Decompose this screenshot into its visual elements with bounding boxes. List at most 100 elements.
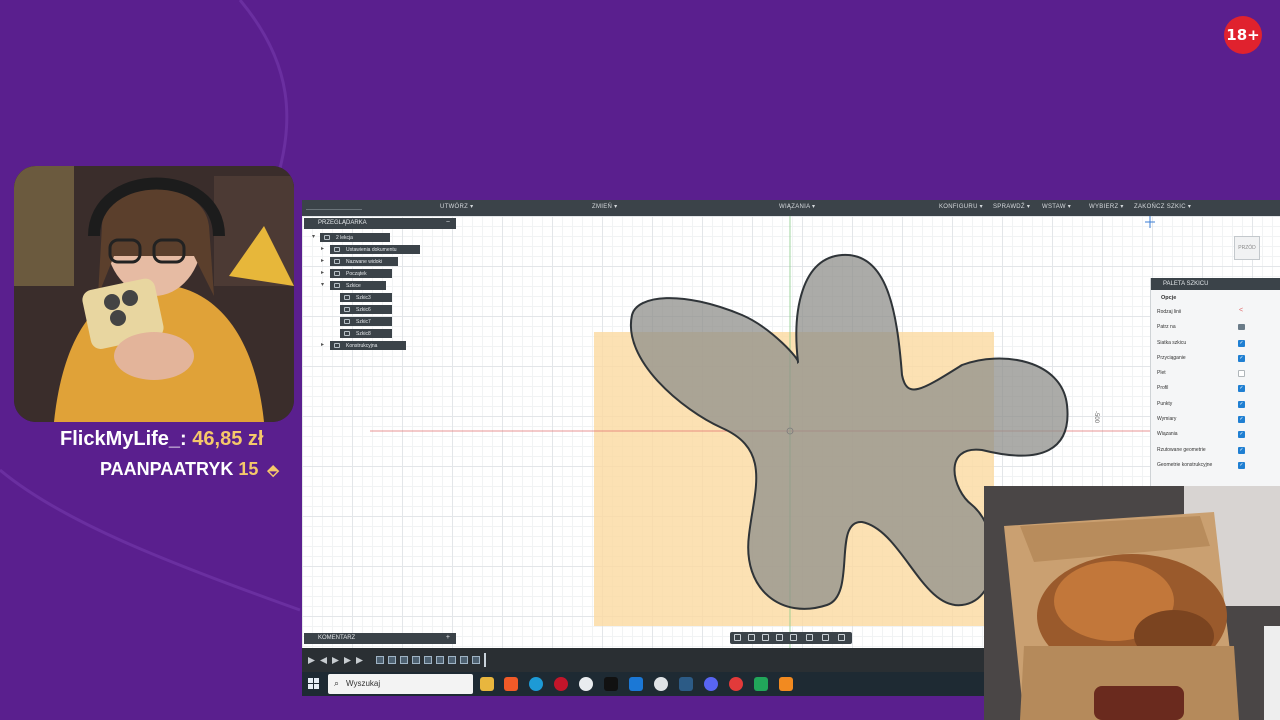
headset-icon[interactable] [729, 677, 743, 691]
discord-icon[interactable] [704, 677, 718, 691]
menu-finish-sketch[interactable]: ZAKOŃCZ SZKIC ▾ [1134, 203, 1191, 210]
tree-construction[interactable]: Konstrukcyjna [330, 341, 406, 350]
menu-select[interactable]: WYBIERZ ▾ [1089, 203, 1124, 210]
checkbox[interactable]: ✓ [1238, 431, 1245, 439]
fit-icon[interactable] [790, 634, 797, 641]
checkbox[interactable]: ✓ [1238, 446, 1245, 454]
timeline-play-icon[interactable] [332, 657, 339, 664]
menu-constraints[interactable]: WIĄZANIA ▾ [779, 203, 815, 210]
checkbox[interactable]: ✓ [1238, 400, 1245, 408]
palette-option: Siatka szkicu ✓ [1157, 339, 1245, 347]
timeline-feature[interactable] [436, 656, 444, 664]
browser-header[interactable]: PRZEGLĄDARKA − [304, 218, 456, 229]
donor-name: PAANPAATRYK [100, 459, 234, 479]
steam-icon[interactable] [679, 677, 693, 691]
chrome-icon[interactable] [654, 677, 668, 691]
file-explorer-icon[interactable] [480, 677, 494, 691]
folder-icon [334, 271, 340, 276]
timeline-prev-icon[interactable] [320, 657, 327, 664]
sketch-icon [344, 295, 350, 300]
donation-2: PAANPAATRYK 15 ⬘ [100, 459, 279, 480]
timeline-feature[interactable] [388, 656, 396, 664]
comments-panel[interactable]: KOMENTARZ + [304, 633, 456, 644]
menu-modify[interactable]: ZMIEŃ ▾ [592, 203, 617, 210]
checkbox[interactable]: ✓ [1238, 416, 1245, 424]
expand-icon[interactable]: ▸ [321, 245, 324, 252]
folder-icon [334, 283, 340, 288]
windows-start-icon[interactable] [308, 678, 319, 689]
tree-sketch3[interactable]: Szkic3 [340, 293, 392, 302]
palette-title[interactable]: PALETA SZKICU [1151, 278, 1280, 290]
checkbox[interactable]: ✓ [1238, 461, 1245, 469]
checkbox[interactable] [1238, 370, 1245, 378]
fusion-icon[interactable] [779, 677, 793, 691]
tree-sketches[interactable]: Szkice [330, 281, 386, 290]
tree-sketch8[interactable]: Szkic8 [340, 329, 392, 338]
donation-amount: 15 [238, 459, 259, 479]
donation-amount: 46,85 zł [192, 428, 264, 450]
sheets-icon[interactable] [754, 677, 768, 691]
timeline-start-icon[interactable] [308, 657, 315, 664]
zoom-icon[interactable] [776, 634, 783, 641]
viewports-icon[interactable] [838, 634, 845, 641]
timeline-feature[interactable] [472, 656, 480, 664]
tree-sketch7[interactable]: Szkic7 [340, 317, 392, 326]
opera-icon[interactable] [554, 677, 568, 691]
expand-icon[interactable]: ▾ [312, 233, 315, 240]
checkbox[interactable]: ✓ [1238, 385, 1245, 393]
timeline-bar [302, 648, 984, 672]
palette-section[interactable]: Opcje [1151, 290, 1280, 305]
gear-icon [334, 247, 340, 252]
timeline-feature[interactable] [412, 656, 420, 664]
timeline-feature[interactable] [460, 656, 468, 664]
linetype-icon[interactable]: < [1239, 307, 1243, 314]
orbit-icon[interactable] [734, 634, 741, 641]
expand-icon[interactable]: ▸ [321, 341, 324, 348]
timeline-feature[interactable] [448, 656, 456, 664]
donation-1: FlickMyLife_: 46,85 zł [60, 428, 263, 451]
bits-icon: ⬘ [267, 462, 279, 479]
palette-option: Przyciąganie ✓ [1157, 354, 1245, 362]
viewcube[interactable]: PRZÓD [1234, 236, 1260, 260]
brave-icon[interactable] [504, 677, 518, 691]
expand-icon[interactable]: ▾ [321, 281, 324, 288]
folder-icon [334, 343, 340, 348]
timeline-feature[interactable] [376, 656, 384, 664]
tree-origin[interactable]: Początek [330, 269, 392, 278]
pan-icon[interactable] [762, 634, 769, 641]
timeline-feature[interactable] [424, 656, 432, 664]
display-settings-icon[interactable] [806, 634, 813, 641]
tree-sketch6[interactable]: Szkic6 [340, 305, 392, 314]
tree-named-views[interactable]: Nazwane widoki [330, 257, 398, 266]
add-comment-icon[interactable]: + [446, 634, 450, 641]
obs-icon[interactable] [579, 677, 593, 691]
menu-configure[interactable]: KONFIGURU ▾ [939, 203, 983, 210]
menu-insert[interactable]: WSTAW ▾ [1042, 203, 1071, 210]
palette-option: Rodzaj linii < [1157, 307, 1244, 315]
timeline-marker[interactable] [484, 653, 486, 667]
checkbox[interactable]: ✓ [1238, 354, 1245, 362]
collapse-icon[interactable]: − [446, 219, 450, 226]
tree-document-settings[interactable]: Ustawienia dokumentu [330, 245, 420, 254]
expand-icon[interactable]: ▸ [321, 257, 324, 264]
webcam-image [14, 166, 294, 422]
grid-settings-icon[interactable] [822, 634, 829, 641]
edge-icon[interactable] [529, 677, 543, 691]
timeline-next-icon[interactable] [344, 657, 351, 664]
palette-option: Wymiary ✓ [1157, 416, 1245, 424]
menu-create[interactable]: UTWÓRZ ▾ [440, 203, 473, 210]
taskbar-search[interactable]: ⌕ Wyszukaj [328, 674, 473, 694]
timeline-feature[interactable] [400, 656, 408, 664]
tree-root-document[interactable]: 2 lekcja [320, 233, 390, 242]
search-icon: ⌕ [334, 678, 340, 688]
look-at-icon[interactable] [1238, 324, 1245, 331]
terminal-icon[interactable] [604, 677, 618, 691]
menu-inspect[interactable]: SPRAWDŹ ▾ [993, 203, 1030, 210]
expand-icon[interactable]: ▸ [321, 269, 324, 276]
palette-option: Rzutowane geometrie ✓ [1157, 446, 1245, 454]
store-icon[interactable] [629, 677, 643, 691]
timeline-end-icon[interactable] [356, 657, 363, 664]
look-at-icon[interactable] [748, 634, 755, 641]
checkbox[interactable]: ✓ [1238, 339, 1245, 347]
comments-title: KOMENTARZ [318, 635, 356, 641]
